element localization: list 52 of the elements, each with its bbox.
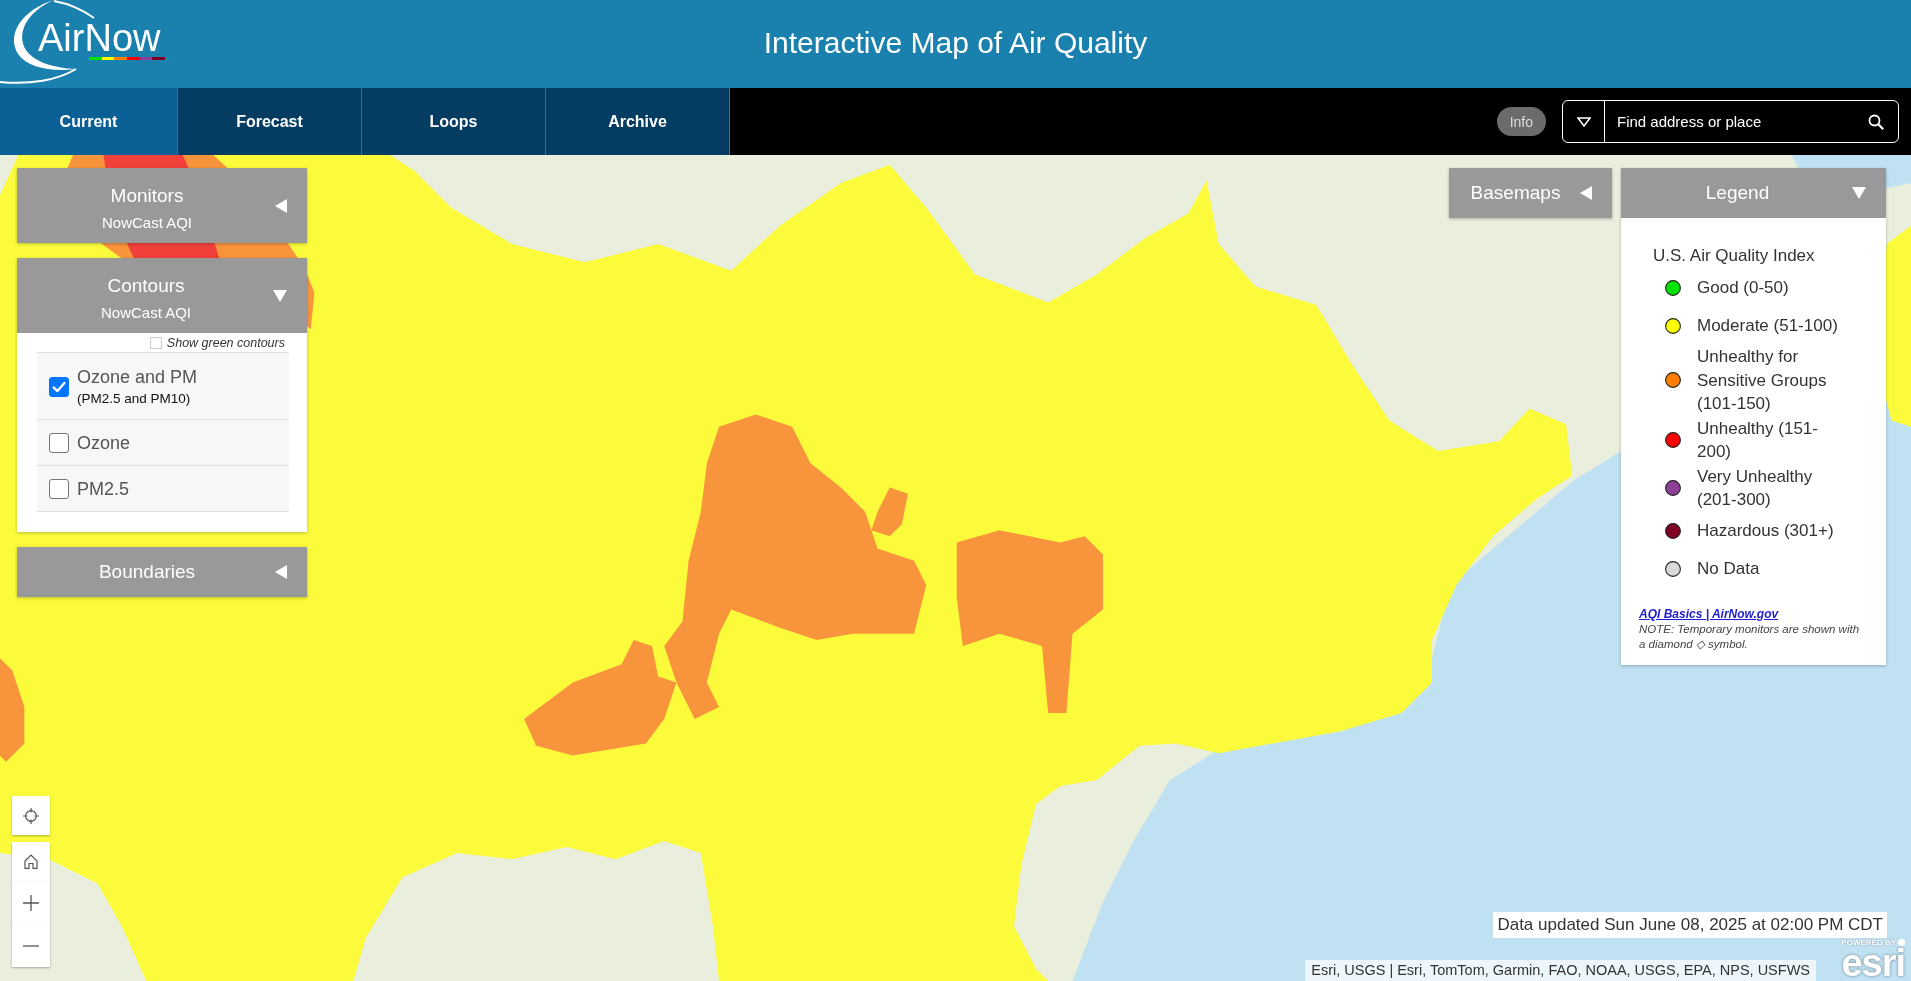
search-icon bbox=[1868, 113, 1884, 130]
search-bar[interactable]: Find address or place bbox=[1562, 100, 1899, 143]
logo-wordmark: esri bbox=[1841, 947, 1905, 979]
checkbox[interactable] bbox=[49, 478, 69, 499]
legend-link[interactable]: AQI Basics | AirNow.gov bbox=[1639, 606, 1779, 622]
home-icon bbox=[24, 854, 38, 869]
option-note: (PM2.5 and PM10) bbox=[77, 389, 192, 408]
checkbox[interactable] bbox=[149, 337, 162, 349]
panel-title: Monitors bbox=[110, 184, 184, 208]
layer-option[interactable]: Ozone and PM (PM2.5 and PM10) bbox=[37, 352, 289, 419]
search-field[interactable]: Find address or place bbox=[1605, 101, 1854, 142]
locate-button[interactable] bbox=[12, 796, 50, 835]
legend-label: Moderate (51-100) bbox=[1697, 314, 1839, 337]
nav-tab[interactable]: Loops bbox=[362, 88, 546, 155]
legend-label: Unhealthy for Sensitive Groups (101-150) bbox=[1697, 346, 1828, 415]
page-title: Interactive Map of Air Quality bbox=[763, 25, 1148, 60]
crosshair-icon bbox=[23, 807, 39, 824]
panel-title: Contours bbox=[107, 274, 185, 298]
panel-subtitle: NowCast AQI bbox=[102, 213, 192, 233]
legend-label: Good (0-50) bbox=[1697, 276, 1790, 299]
nav-tab[interactable]: Forecast bbox=[178, 88, 362, 155]
legend-label: Unhealthy (151-200) bbox=[1697, 417, 1819, 463]
map-attribution: Esri, USGS | Esri, TomTom, Garmin, FAO, NOAA, USGS, EPA, NPS, USFWS bbox=[1305, 960, 1816, 981]
option-label: PM2.5 bbox=[77, 477, 130, 501]
panel-title: Legend bbox=[1705, 181, 1770, 205]
legend-note: NOTE: Temporary monitors are shown with a diamond ◇ symbol. bbox=[1639, 621, 1861, 652]
legend-label: Very Unhealthy (201-300) bbox=[1697, 465, 1814, 511]
panel-subtitle: NowCast AQI bbox=[101, 303, 191, 323]
checkbox-label: Show green contours bbox=[166, 336, 285, 350]
legend-label: No Data bbox=[1697, 558, 1761, 581]
caret-down-icon bbox=[1576, 116, 1591, 127]
minus-icon bbox=[23, 944, 39, 947]
info-button[interactable]: Info bbox=[1496, 107, 1546, 136]
nav-tab[interactable]: Current bbox=[0, 88, 178, 155]
option-label: Ozone bbox=[77, 431, 131, 455]
logo-tagline: POWERED BY bbox=[1841, 938, 1896, 947]
update-time: Data updated Sun June 08, 2025 at 02:00 PM CDT bbox=[1493, 912, 1887, 938]
plus-icon bbox=[23, 894, 39, 911]
home-button[interactable] bbox=[12, 842, 50, 881]
layer-option[interactable]: PM2.5 bbox=[37, 465, 289, 511]
panel-title: Boundaries bbox=[98, 560, 196, 584]
option-label: Ozone and PM bbox=[77, 365, 198, 389]
zoom-in-button[interactable] bbox=[12, 881, 50, 924]
logo-text: AirNow bbox=[38, 19, 161, 57]
panel-title: Basemaps bbox=[1470, 181, 1561, 205]
nav-tab[interactable]: Archive bbox=[546, 88, 730, 155]
legend-label: Hazardous (301+) bbox=[1697, 520, 1835, 543]
layer-option[interactable]: Ozone bbox=[37, 419, 289, 465]
checkbox[interactable] bbox=[49, 432, 69, 453]
dot-icon bbox=[1898, 939, 1905, 946]
legend-heading: U.S. Air Quality Index bbox=[1653, 245, 1816, 267]
checkbox[interactable] bbox=[49, 376, 69, 397]
